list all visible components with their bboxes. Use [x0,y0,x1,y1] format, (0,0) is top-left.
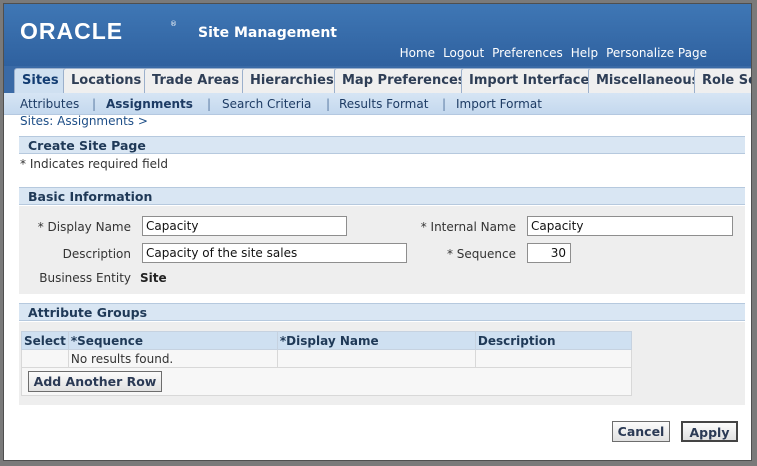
tab-role-security[interactable]: Role Se [694,68,751,93]
column-header-display-name[interactable]: *Display Name [276,331,476,350]
table-cell [276,349,476,368]
basic-information-header: Basic Information [19,187,745,205]
personalize-page-link[interactable]: Personalize Page [606,46,707,60]
attribute-groups-header: Attribute Groups [19,303,745,321]
business-entity-label: Business Entity [39,271,131,285]
help-link[interactable]: Help [571,46,598,60]
preferences-link[interactable]: Preferences [492,46,563,60]
display-name-field[interactable]: Capacity [142,216,347,236]
registered-mark: ® [170,20,177,28]
section-title: Create Site Page [19,136,745,154]
subtab-bar: Attributes | Assignments | Search Criter… [4,93,751,115]
column-header-sequence[interactable]: *Sequence [67,331,278,350]
tab-hierarchies[interactable]: Hierarchies [242,68,342,93]
apply-button[interactable]: Apply [681,421,738,442]
subtab-separator: | [442,97,447,111]
subtab-attributes[interactable]: Attributes [20,97,79,111]
tab-bar: Sites Locations Trade Areas Hierarchies … [4,66,751,93]
column-header-select: Select [21,331,69,350]
oracle-logo: ORACLE [20,18,124,44]
subtab-results-format[interactable]: Results Format [339,97,428,111]
logout-link[interactable]: Logout [443,46,484,60]
subtab-separator: | [92,97,97,111]
sequence-field[interactable]: 30 [527,243,571,263]
table-row: No results found. [21,349,633,368]
app-title: Site Management [198,25,337,41]
cancel-button[interactable]: Cancel [612,421,670,442]
add-another-row-button[interactable]: Add Another Row [28,371,162,392]
table-header-row: Select *Sequence *Display Name Descripti… [21,331,633,350]
internal-name-label: * Internal Name [420,220,516,234]
tab-miscellaneous[interactable]: Miscellaneous [588,68,708,93]
subtab-assignments[interactable]: Assignments [106,97,193,111]
internal-name-field[interactable]: Capacity [527,216,733,236]
subtab-separator: | [326,97,331,111]
table-cell [474,349,633,368]
tab-locations[interactable]: Locations [63,68,150,93]
tab-trade-areas[interactable]: Trade Areas [144,68,248,93]
description-label: Description [62,247,131,261]
tab-map-preferences[interactable]: Map Preferences [334,68,474,93]
home-link[interactable]: Home [400,46,435,60]
sequence-label: * Sequence [446,247,516,261]
display-name-label: * Display Name [37,220,131,234]
global-links: Home Logout Preferences Help Personalize… [392,46,707,60]
subtab-separator: | [207,97,212,111]
required-field-note: * Indicates required field [20,157,169,171]
table-cell [21,349,69,368]
tab-import-interface[interactable]: Import Interface [461,68,598,93]
column-header-description[interactable]: Description [474,331,633,350]
business-entity-value: Site [140,271,167,285]
tab-sites[interactable]: Sites [14,68,67,93]
section-title: Basic Information [19,187,745,205]
header-banner: ORACLE ® Site Management Home Logout Pre… [4,4,751,66]
description-field[interactable]: Capacity of the site sales [142,243,407,263]
app-window: ORACLE ® Site Management Home Logout Pre… [3,3,752,461]
create-site-page-header: Create Site Page [19,136,745,154]
no-results-message: No results found. [67,349,278,368]
breadcrumb[interactable]: Sites: Assignments > [20,114,148,128]
section-title: Attribute Groups [19,303,745,321]
subtab-import-format[interactable]: Import Format [456,97,542,111]
subtab-search-criteria[interactable]: Search Criteria [222,97,311,111]
